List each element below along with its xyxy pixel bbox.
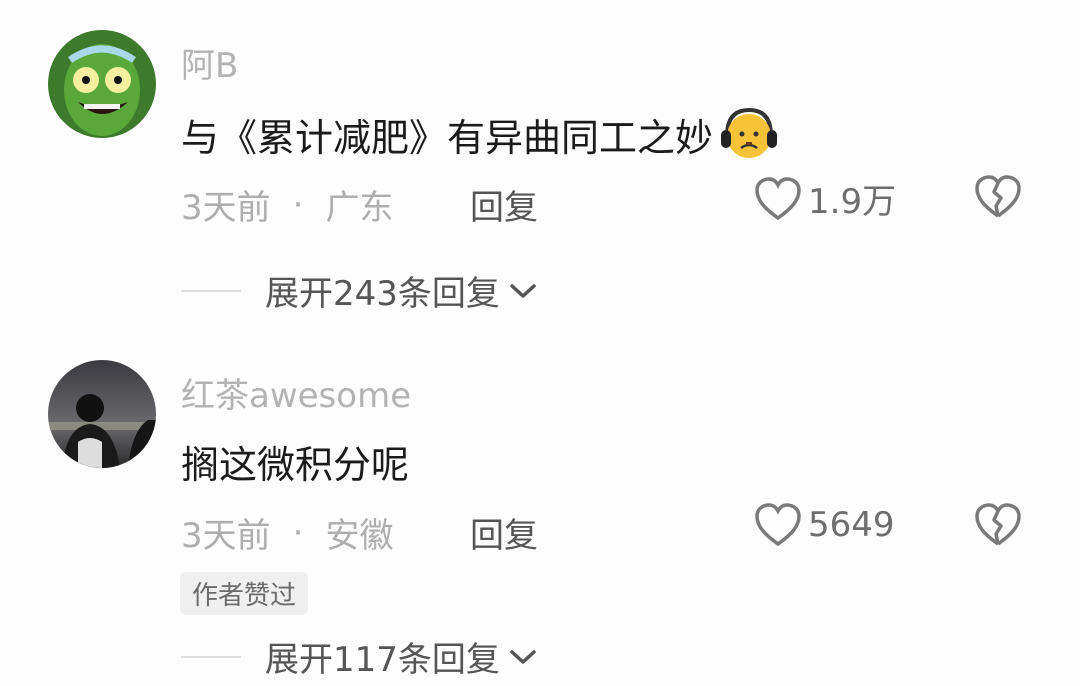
divider-line — [181, 655, 241, 658]
comment-location: 广东 — [325, 188, 394, 228]
username[interactable]: 阿B — [181, 38, 238, 87]
comment-location: 安徽 — [325, 516, 394, 556]
like-button[interactable]: 5649 — [754, 502, 895, 548]
sad-face-headphones-icon — [721, 107, 778, 158]
comment-time: 3天前 — [181, 516, 271, 556]
reply-button[interactable]: 回复 — [470, 180, 538, 229]
comment-meta: 3天前 · 广东 — [181, 180, 393, 229]
comment-meta: 3天前 · 安徽 — [181, 508, 393, 557]
meta-separator: · — [292, 512, 304, 553]
expand-replies-label: 展开117条回复 — [265, 640, 500, 680]
expand-replies-label: 展开243条回复 — [265, 274, 500, 314]
meta-separator: · — [292, 184, 304, 225]
like-button[interactable]: 1.9万 — [754, 174, 896, 223]
comment-text-body: 与《累计减肥》有异曲同工之妙 — [181, 115, 714, 160]
chevron-down-icon — [510, 283, 536, 298]
comment-text: 与《累计减肥》有异曲同工之妙 — [181, 104, 781, 164]
comment-time: 3天前 — [181, 188, 271, 228]
expand-replies[interactable]: 展开243条回复 — [181, 266, 538, 315]
dislike-button[interactable] — [974, 502, 1022, 552]
heart-outline-icon — [755, 503, 801, 547]
divider-line — [181, 289, 241, 292]
avatar[interactable] — [48, 360, 156, 468]
like-count: 1.9万 — [808, 182, 897, 222]
author-liked-badge: 作者赞过 — [180, 572, 309, 615]
expand-replies[interactable]: 展开117条回复 — [181, 632, 538, 681]
broken-heart-icon — [975, 175, 1021, 218]
broken-heart-icon — [975, 503, 1021, 546]
username[interactable]: 红茶awesome — [181, 368, 411, 417]
avatar[interactable] — [48, 30, 156, 138]
heart-outline-icon — [755, 176, 801, 220]
like-count: 5649 — [808, 505, 895, 545]
chevron-down-icon — [510, 649, 536, 664]
comment-text-body: 搁这微积分呢 — [181, 443, 410, 487]
dislike-button[interactable] — [974, 174, 1022, 224]
pickle-avatar-icon — [48, 30, 156, 138]
comment-text: 搁这微积分呢 — [181, 434, 409, 489]
night-photo-avatar-icon — [48, 360, 156, 468]
reply-button[interactable]: 回复 — [470, 508, 538, 557]
